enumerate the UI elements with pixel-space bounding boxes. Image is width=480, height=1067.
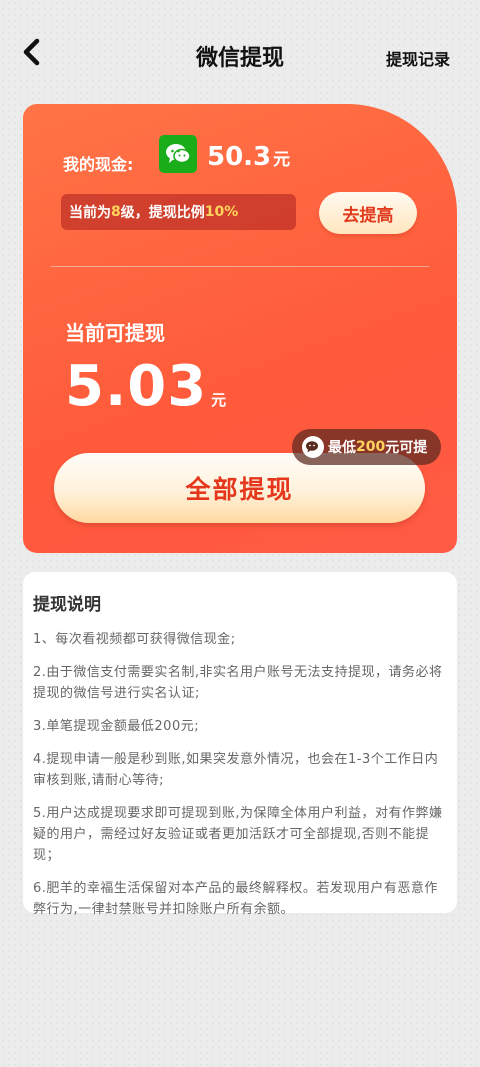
note-item: 6.肥羊的幸福生活保留对本产品的最终解释权。若发现用户有恶意作弊行为,一律封禁账… bbox=[33, 881, 438, 917]
current-withdrawable-label: 当前可提现 bbox=[65, 321, 165, 345]
withdraw-notes: 提现说明 1、每次看视频都可获得微信现金; 2.由于微信支付需要实名制,非实名用… bbox=[23, 572, 457, 917]
withdraw-history-link[interactable]: 提现记录 bbox=[386, 46, 450, 70]
min-suffix: 元可提 bbox=[385, 440, 428, 456]
note-item: 4.提现申请一般是秒到账,如果突发意外情况，也会在1-3个工作日内审核到账,请耐… bbox=[33, 752, 439, 788]
level-value: 8 bbox=[111, 204, 121, 220]
ratio-value: 10% bbox=[204, 204, 239, 220]
cash-amount: 50.3 元 bbox=[207, 142, 290, 172]
wechat-icon bbox=[159, 135, 197, 173]
cash-unit: 元 bbox=[273, 150, 291, 170]
note-item: 1、每次看视频都可获得微信现金; bbox=[33, 632, 236, 647]
min-withdraw-badge: 最低 200 元可提 bbox=[292, 429, 441, 465]
divider bbox=[51, 266, 429, 267]
level-prefix: 当前为 bbox=[69, 205, 111, 221]
current-withdrawable-amount: 5.03 元 bbox=[65, 354, 226, 419]
wechat-small-icon bbox=[302, 436, 324, 458]
note-item: 2.由于微信支付需要实名制,非实名用户账号无法支持提现，请务必将提现的微信号进行… bbox=[33, 665, 443, 701]
cash-label: 我的现金: bbox=[63, 155, 134, 174]
min-prefix: 最低 bbox=[328, 440, 356, 456]
current-unit: 元 bbox=[211, 391, 227, 409]
cash-value: 50.3 bbox=[207, 142, 272, 172]
note-item: 3.单笔提现金额最低200元; bbox=[33, 719, 200, 734]
header: 微信提现 提现记录 bbox=[0, 0, 480, 105]
balance-card: 我的现金: 50.3 元 当前为 8 级，提现比例 10% 去提高 当前可提现 5.03… bbox=[23, 104, 457, 553]
current-value: 5.03 bbox=[65, 354, 208, 419]
level-mid: 级，提现比例 bbox=[120, 205, 205, 221]
notes-title: 提现说明 bbox=[33, 595, 101, 615]
level-ratio-pill: 当前为 8 级，提现比例 10% bbox=[61, 194, 296, 230]
note-item: 5.用户达成提现要求即可提现到账,为保障全体用户利益，对有作弊嫌疑的用户，需经过… bbox=[33, 806, 443, 863]
upgrade-button[interactable]: 去提高 bbox=[319, 192, 417, 234]
min-value: 200 bbox=[356, 439, 386, 455]
